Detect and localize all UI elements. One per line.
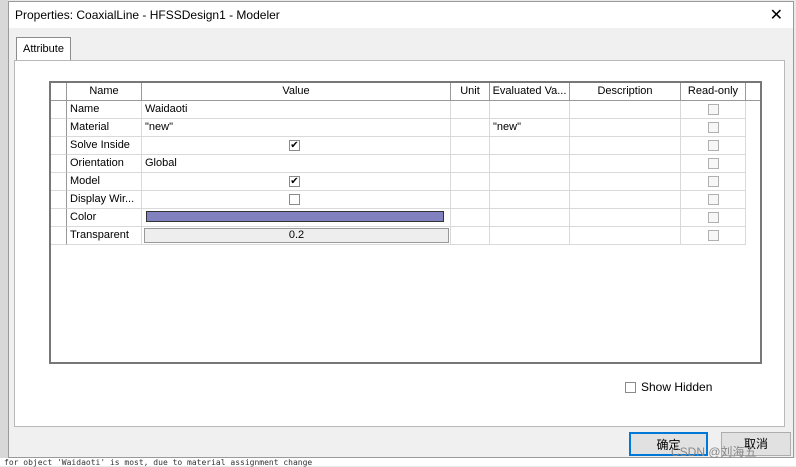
cell-readonly — [681, 155, 746, 173]
cell-readonly — [681, 101, 746, 119]
title-bar: Properties: CoaxialLine - HFSSDesign1 - … — [9, 2, 793, 28]
tab-attribute[interactable]: Attribute — [16, 37, 71, 61]
row-header[interactable] — [51, 191, 67, 209]
cell-description[interactable] — [570, 119, 681, 137]
readonly-checkbox — [708, 122, 719, 133]
cell-readonly — [681, 191, 746, 209]
cell-description[interactable] — [570, 101, 681, 119]
col-header-description[interactable]: Description — [570, 83, 681, 100]
readonly-checkbox — [708, 230, 719, 241]
cell-description[interactable] — [570, 155, 681, 173]
color-swatch[interactable] — [146, 211, 444, 222]
cell-unit[interactable] — [451, 227, 490, 245]
transparency-button[interactable]: 0.2 — [144, 228, 449, 243]
cell-value[interactable] — [142, 191, 451, 209]
row-header[interactable] — [51, 227, 67, 245]
row-header[interactable] — [51, 137, 67, 155]
cell-name: Material — [67, 119, 142, 137]
cell-evaluated — [490, 101, 570, 119]
row-header[interactable] — [51, 119, 67, 137]
cell-description[interactable] — [570, 173, 681, 191]
cell-name: Transparent — [67, 227, 142, 245]
cell-value[interactable]: ✔ — [142, 137, 451, 155]
cell-unit[interactable] — [451, 155, 490, 173]
cell-value[interactable]: Global — [142, 155, 451, 173]
value-checkbox[interactable] — [289, 194, 300, 205]
row-header[interactable] — [51, 101, 67, 119]
readonly-checkbox — [708, 212, 719, 223]
cell-readonly — [681, 119, 746, 137]
cell-value[interactable]: 0.2 — [142, 227, 451, 245]
properties-dialog: Properties: CoaxialLine - HFSSDesign1 - … — [8, 1, 794, 459]
close-icon[interactable]: ✕ — [770, 5, 783, 25]
table-row: Solve Inside ✔ — [51, 137, 760, 155]
cell-description[interactable] — [570, 191, 681, 209]
watermark: CSDN @刘海五 — [671, 445, 757, 459]
table-row: Transparent 0.2 — [51, 227, 760, 245]
cell-name: Display Wir... — [67, 191, 142, 209]
cell-evaluated — [490, 137, 570, 155]
cell-readonly — [681, 209, 746, 227]
cell-unit[interactable] — [451, 209, 490, 227]
cell-evaluated — [490, 155, 570, 173]
cell-unit[interactable] — [451, 119, 490, 137]
cell-name: Color — [67, 209, 142, 227]
cell-readonly — [681, 137, 746, 155]
table-row: Material "new" "new" — [51, 119, 760, 137]
table-row: Model ✔ — [51, 173, 760, 191]
cell-evaluated: "new" — [490, 119, 570, 137]
cell-evaluated — [490, 209, 570, 227]
value-checkbox[interactable]: ✔ — [289, 176, 300, 187]
cell-readonly — [681, 173, 746, 191]
cell-unit[interactable] — [451, 173, 490, 191]
readonly-checkbox — [708, 158, 719, 169]
cell-value[interactable]: Waidaoti — [142, 101, 451, 119]
cell-description[interactable] — [570, 209, 681, 227]
cell-name: Solve Inside — [67, 137, 142, 155]
window-title: Properties: CoaxialLine - HFSSDesign1 - … — [15, 8, 280, 22]
col-header-value[interactable]: Value — [142, 83, 451, 100]
cell-name: Name — [67, 101, 142, 119]
cell-name: Model — [67, 173, 142, 191]
cell-readonly — [681, 227, 746, 245]
cell-description[interactable] — [570, 137, 681, 155]
readonly-checkbox — [708, 104, 719, 115]
col-header-evaluated[interactable]: Evaluated Va... — [490, 83, 570, 100]
cell-unit[interactable] — [451, 101, 490, 119]
cell-evaluated — [490, 191, 570, 209]
cell-evaluated — [490, 227, 570, 245]
cell-description[interactable] — [570, 227, 681, 245]
cell-value[interactable]: "new" — [142, 119, 451, 137]
grid-header: Name Value Unit Evaluated Va... Descript… — [51, 83, 760, 101]
table-row: Color — [51, 209, 760, 227]
header-corner — [51, 83, 67, 100]
table-row: Name Waidaoti — [51, 101, 760, 119]
row-header[interactable] — [51, 155, 67, 173]
attribute-panel: Name Value Unit Evaluated Va... Descript… — [14, 60, 785, 427]
show-hidden-label: Show Hidden — [641, 380, 713, 394]
row-header[interactable] — [51, 209, 67, 227]
col-header-readonly[interactable]: Read-only — [681, 83, 746, 100]
readonly-checkbox — [708, 194, 719, 205]
readonly-checkbox — [708, 140, 719, 151]
col-header-name[interactable]: Name — [67, 83, 142, 100]
cell-evaluated — [490, 173, 570, 191]
value-checkbox[interactable]: ✔ — [289, 140, 300, 151]
readonly-checkbox — [708, 176, 719, 187]
cell-value[interactable]: ✔ — [142, 173, 451, 191]
property-grid: Name Value Unit Evaluated Va... Descript… — [49, 81, 762, 364]
background-app-strip — [0, 0, 8, 466]
cell-name: Orientation — [67, 155, 142, 173]
row-header[interactable] — [51, 173, 67, 191]
cell-unit[interactable] — [451, 191, 490, 209]
table-row: Orientation Global — [51, 155, 760, 173]
cell-unit[interactable] — [451, 137, 490, 155]
cell-value[interactable] — [142, 209, 451, 227]
show-hidden-checkbox[interactable] — [625, 382, 636, 393]
table-row: Display Wir... — [51, 191, 760, 209]
col-header-unit[interactable]: Unit — [451, 83, 490, 100]
